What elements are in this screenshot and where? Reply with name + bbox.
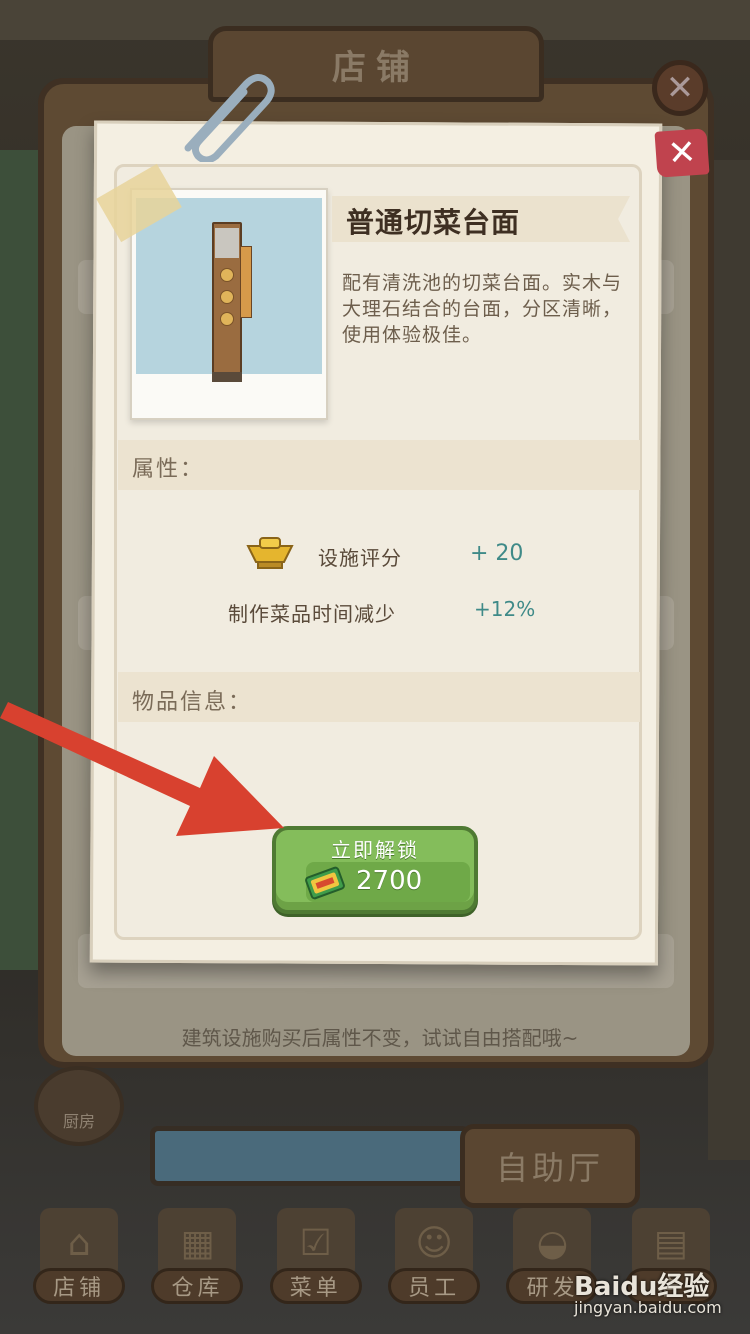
unlock-price: 2700 <box>356 866 423 896</box>
item-title: 普通切菜台面 <box>346 206 521 239</box>
kitchen-badge[interactable]: 厨房 <box>34 1066 124 1146</box>
paperclip-icon <box>184 74 275 162</box>
right-wall <box>708 160 750 1160</box>
stat-label-time: 制作菜品时间减少 <box>228 602 396 626</box>
item-description: 配有清洗池的切菜台面。实木与大理石结合的台面，分区清晰，使用体验极佳。 <box>342 272 623 346</box>
buffet-counter <box>150 1126 470 1186</box>
nav-label: 仓库 <box>151 1268 244 1304</box>
watermark-url: jingyan.baidu.com <box>574 1298 722 1317</box>
stat-value-time: +12% <box>474 597 536 621</box>
shop-hint-text: 建筑设施购买后属性不变，试试自由搭配哦~ <box>181 1026 579 1050</box>
nav-label: 店铺 <box>33 1268 126 1304</box>
nav-item-shop[interactable]: ⌂ 店铺 <box>31 1194 127 1304</box>
stat-label-rating: 设施评分 <box>318 546 402 570</box>
nav-item-staff[interactable]: ☺ 员工 <box>386 1194 482 1304</box>
nav-label: 菜单 <box>269 1268 362 1304</box>
nav-item-menu[interactable]: ☑ 菜单 <box>268 1194 364 1304</box>
nav-label: 员工 <box>388 1268 481 1304</box>
close-icon[interactable]: ✕ <box>654 128 710 178</box>
gold-ingot-icon <box>246 537 294 569</box>
chopping-counter-image <box>212 222 242 382</box>
stat-value-rating: + 20 <box>470 541 524 566</box>
cash-icon <box>305 866 345 900</box>
shop-close-icon[interactable]: ✕ <box>652 60 708 116</box>
attributes-header: 属性： <box>132 457 205 482</box>
nav-item-warehouse[interactable]: ▦ 仓库 <box>149 1194 245 1304</box>
counter-side-panel <box>240 246 252 318</box>
arrow-pointer-icon <box>0 702 284 836</box>
